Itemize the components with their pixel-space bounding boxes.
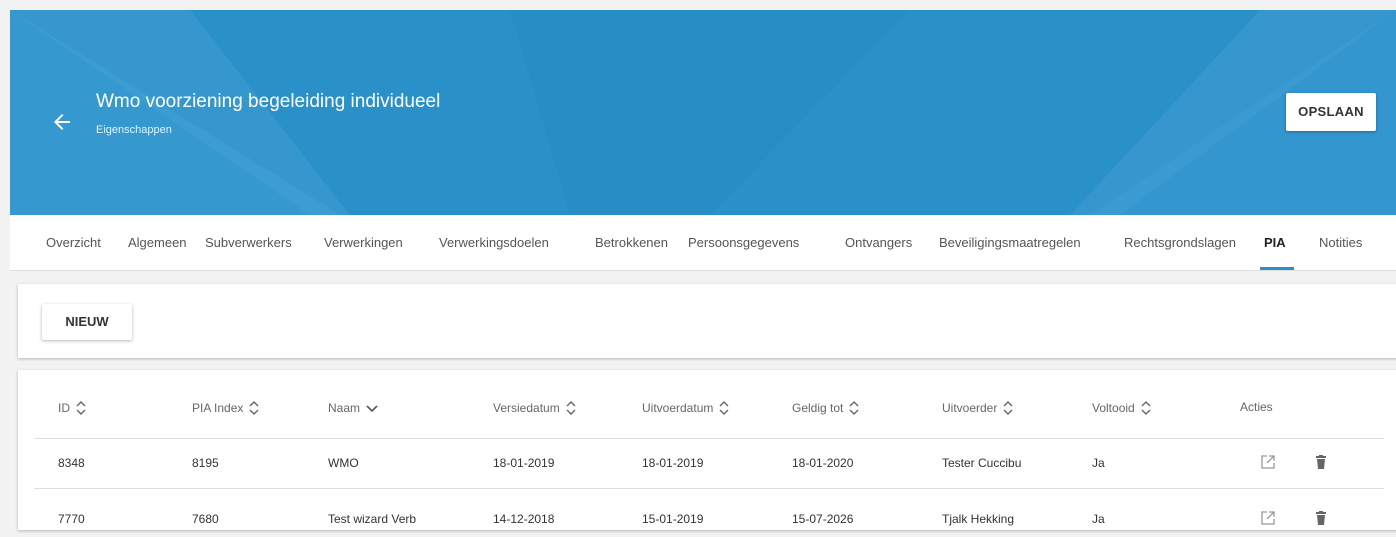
tab-subverwerkers[interactable]: Subverwerkers [205, 215, 292, 270]
save-button[interactable]: OPSLAAN [1286, 93, 1376, 131]
new-button[interactable]: NIEUW [42, 304, 132, 340]
sort-icon [719, 400, 729, 416]
active-tab-indicator [1260, 267, 1294, 270]
cell-versiedatum: 18-01-2019 [493, 456, 555, 470]
cell-uitvoerdatum: 18-01-2019 [642, 456, 704, 470]
tab-notities[interactable]: Notities [1319, 215, 1362, 270]
sort-descending-icon [366, 400, 378, 416]
page-title: Wmo voorziening begeleiding individueel [96, 91, 441, 112]
cell-voltooid: Ja [1092, 456, 1105, 470]
open-external-icon[interactable] [1261, 455, 1277, 471]
column-header-geldig-tot[interactable]: Geldig tot [792, 400, 859, 416]
tab-verwerkingsdoelen[interactable]: Verwerkingsdoelen [439, 215, 549, 270]
page-header: Wmo voorziening begeleiding individueel … [10, 10, 1396, 215]
tab-overzicht[interactable]: Overzicht [46, 215, 101, 270]
tab-betrokkenen[interactable]: Betrokkenen [595, 215, 668, 270]
column-header-uitvoerder[interactable]: Uitvoerder [942, 400, 1013, 416]
cell-uitvoerder: Tjalk Hekking [942, 512, 1015, 526]
column-header-versiedatum[interactable]: Versiedatum [493, 400, 576, 416]
tab-bar: Overzicht Algemeen Subverwerkers Verwerk… [10, 215, 1396, 271]
trash-icon[interactable] [1315, 511, 1331, 527]
tab-ontvangers[interactable]: Ontvangers [845, 215, 912, 270]
back-button[interactable] [50, 110, 74, 134]
page-subtitle: Eigenschappen [96, 124, 172, 136]
sort-icon [76, 400, 86, 416]
cell-pia-index: 7680 [192, 512, 219, 526]
sort-icon [249, 400, 259, 416]
column-header-acties: Acties [1240, 400, 1273, 414]
cell-geldig-tot: 18-01-2020 [792, 456, 854, 470]
cell-uitvoerdatum: 15-01-2019 [642, 512, 704, 526]
cell-naam: Test wizard Verb [328, 512, 417, 526]
open-external-icon[interactable] [1261, 511, 1277, 527]
column-header-voltooid[interactable]: Voltooid [1092, 400, 1151, 416]
sort-icon [566, 400, 576, 416]
column-header-id[interactable]: ID [58, 400, 86, 416]
sort-icon [849, 400, 859, 416]
sort-icon [1003, 400, 1013, 416]
column-header-naam[interactable]: Naam [328, 400, 378, 416]
tab-pia[interactable]: PIA [1264, 215, 1286, 270]
cell-uitvoerder: Tester Cuccibu [942, 456, 1022, 470]
tab-verwerkingen[interactable]: Verwerkingen [324, 215, 403, 270]
cell-id: 8348 [58, 456, 85, 470]
sort-icon [1141, 400, 1151, 416]
tab-beveiligingsmaatregelen[interactable]: Beveiligingsmaatregelen [939, 215, 1081, 270]
tab-persoonsgegevens[interactable]: Persoonsgegevens [688, 215, 799, 270]
cell-voltooid: Ja [1092, 512, 1105, 526]
column-header-pia-index[interactable]: PIA Index [192, 400, 259, 416]
cell-pia-index: 8195 [192, 456, 219, 470]
pia-table: ID PIA Index Naam Versiedatum Uitvoerdat… [18, 370, 1396, 530]
tab-rechtsgrondslagen[interactable]: Rechtsgrondslagen [1124, 215, 1236, 270]
trash-icon[interactable] [1315, 455, 1331, 471]
table-row[interactable]: 8348 8195 WMO 18-01-2019 18-01-2019 18-0… [18, 439, 1396, 487]
toolbar-card: NIEUW [18, 284, 1396, 358]
table-row[interactable]: 7770 7680 Test wizard Verb 14-12-2018 15… [18, 489, 1396, 537]
cell-id: 7770 [58, 512, 85, 526]
cell-naam: WMO [328, 456, 359, 470]
cell-geldig-tot: 15-07-2026 [792, 512, 854, 526]
cell-versiedatum: 14-12-2018 [493, 512, 555, 526]
arrow-left-icon [54, 114, 70, 130]
tab-algemeen[interactable]: Algemeen [128, 215, 187, 270]
column-header-uitvoerdatum[interactable]: Uitvoerdatum [642, 400, 729, 416]
